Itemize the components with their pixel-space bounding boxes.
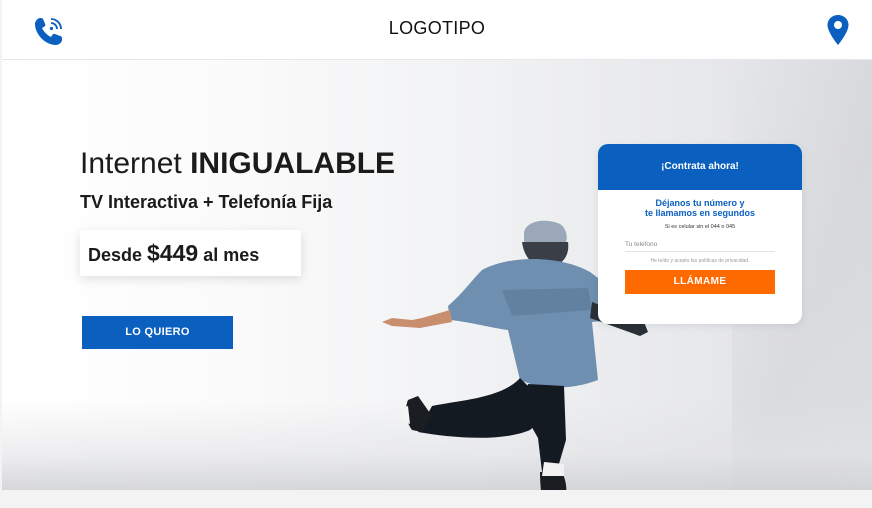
form-headline-line1: Déjanos tu número y [655, 198, 745, 208]
price-prefix: Desde [88, 245, 148, 265]
form-headline-line2: te llamamos en segundos [644, 208, 756, 218]
hero-title-bold: INIGUALABLE [190, 147, 396, 180]
phone-input[interactable] [625, 238, 775, 252]
price-amount: $449 [147, 240, 199, 266]
form-note: Si es celular sin el 044 o 045 [664, 224, 736, 230]
hero-title-regular: Internet [80, 147, 191, 180]
logo[interactable]: LOGOTIPO [2, 18, 872, 39]
contact-form-card: ¡Contrata ahora! Déjanos tu número y te … [598, 144, 802, 324]
map-pin-icon[interactable] [826, 14, 850, 46]
price-text: Desde $449 al mes [88, 240, 259, 267]
form-header: ¡Contrata ahora! [598, 144, 802, 190]
llamame-button[interactable]: LLÁMAME [625, 270, 775, 294]
landing-page: LOGOTIPO Internet INIGUALABLE TV Interac… [0, 0, 872, 508]
lo-quiero-button[interactable]: LO QUIERO [82, 316, 233, 349]
site-header: LOGOTIPO [2, 0, 872, 60]
price-suffix: al mes [198, 245, 260, 265]
hero-subtitle: TV Interactiva + Telefonía Fija [80, 192, 333, 212]
hero-title: Internet INIGUALABLE [80, 147, 395, 181]
hero-section: Internet INIGUALABLE TV Interactiva + Te… [2, 60, 872, 490]
price-box: Desde $449 al mes [80, 230, 301, 276]
form-headline: Déjanos tu número y te llamamos en segun… [598, 198, 802, 218]
privacy-consent-text[interactable]: He leído y acepto las políticas de priva… [598, 258, 802, 264]
